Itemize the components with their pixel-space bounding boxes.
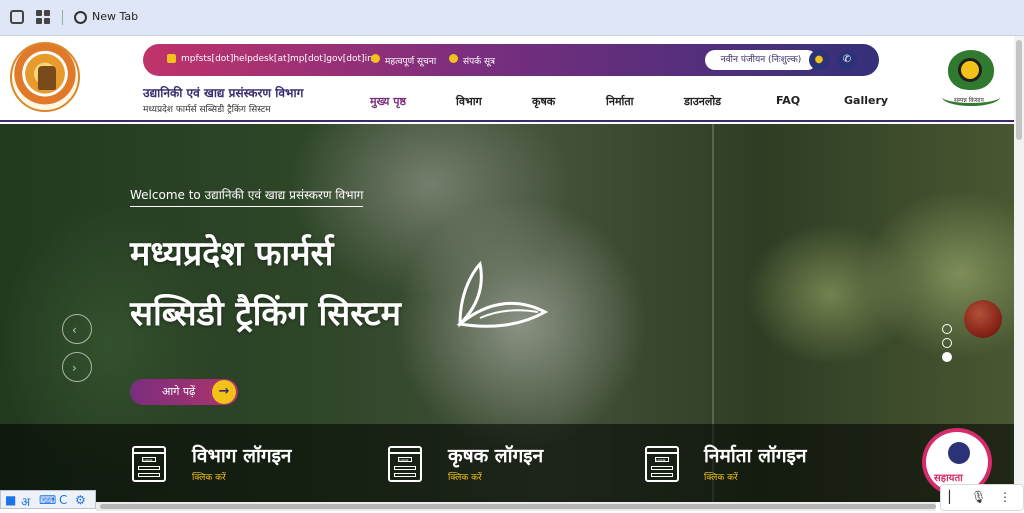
- department-login-title[interactable]: विभाग लॉगइन: [192, 442, 291, 468]
- support-agent-icon: [948, 442, 970, 464]
- drag-handle-icon[interactable]: ▏: [949, 490, 958, 504]
- browser-tab-bar: New Tab: [0, 0, 1024, 36]
- hindi-input-icon[interactable]: अ: [21, 493, 30, 510]
- nav-gallery[interactable]: Gallery: [844, 94, 888, 107]
- leaf-logo-icon: [456, 260, 549, 328]
- microphone-icon[interactable]: 🎙: [971, 490, 986, 504]
- slider-prev-button[interactable]: ‹: [62, 314, 92, 344]
- slider-dot-2[interactable]: [942, 338, 952, 348]
- slider-next-button[interactable]: ›: [62, 352, 92, 382]
- contact-link[interactable]: संपर्क सूत्र: [463, 54, 495, 67]
- call-button-icon[interactable]: ✆: [837, 50, 857, 70]
- phone-icon: [449, 54, 458, 63]
- vertical-scroll-thumb[interactable]: [1016, 40, 1022, 140]
- email-link[interactable]: mpfsts[dot]helpdesk[at]mp[dot]gov[dot]in: [181, 54, 373, 64]
- nav-department[interactable]: विभाग: [456, 94, 482, 109]
- horizontal-scroll-thumb[interactable]: [100, 504, 936, 509]
- farmer-login-title[interactable]: कृषक लॉगइन: [448, 442, 543, 468]
- help-label: सहायता: [934, 473, 963, 484]
- tab-new-tab[interactable]: New Tab: [92, 10, 138, 23]
- sampann-kisan-logo[interactable]: सम्पन्न किसान: [940, 44, 1002, 110]
- emblem-center: [38, 66, 56, 90]
- notice-link[interactable]: महत्वपूर्ण सूचना: [385, 54, 436, 67]
- chevron-right-icon: ›: [72, 361, 77, 375]
- input-tool-bar: ■ अ ⌨ C ⚙: [0, 490, 96, 509]
- more-options-icon[interactable]: ⋮: [999, 490, 1011, 504]
- voice-tool-panel: ▏ 🎙 ⋮: [940, 484, 1024, 511]
- keyboard-icon[interactable]: ⌨: [39, 493, 56, 507]
- email-icon: [167, 54, 176, 63]
- windows-icon[interactable]: ■: [5, 493, 16, 507]
- nav-faq[interactable]: FAQ: [776, 94, 800, 107]
- hero-title-line1: मध्यप्रदेश फार्मर्स: [130, 234, 334, 274]
- globe-icon: [74, 11, 87, 24]
- site-title: उद्यानिकी एवं खाद्य प्रसंस्करण विभाग: [143, 86, 304, 100]
- hero-slider: Welcome to उद्यानिकी एवं खाद्य प्रसंस्कर…: [0, 124, 1014, 502]
- login-screen-icon: LOGIN: [645, 446, 679, 482]
- site-header: mpfsts[dot]helpdesk[at]mp[dot]gov[dot]in…: [0, 36, 1014, 122]
- tab-grid-icon[interactable]: [36, 10, 50, 24]
- c-mode-icon[interactable]: C: [59, 493, 67, 507]
- mp-emblem-logo[interactable]: [10, 42, 80, 112]
- manufacturer-login-title[interactable]: निर्माता लॉगइन: [704, 442, 807, 468]
- microphone-icon[interactable]: ●: [809, 50, 829, 70]
- logo-caption: सम्पन्न किसान: [954, 97, 984, 104]
- window-menu-icon[interactable]: [10, 10, 24, 24]
- contact-topbar: mpfsts[dot]helpdesk[at]mp[dot]gov[dot]in…: [143, 44, 879, 76]
- hero-title: मध्यप्रदेश फार्मर्स सब्सिडी ट्रैकिंग सिस…: [130, 224, 401, 344]
- location-pin-icon: [371, 54, 380, 63]
- login-strip: LOGIN विभाग लॉगइन क्लिक करें LOGIN कृषक …: [0, 424, 1014, 502]
- nav-home[interactable]: मुख्य पृष्ठ: [370, 94, 406, 109]
- chevron-left-icon: ‹: [72, 323, 77, 337]
- nav-farmer[interactable]: कृषक: [532, 94, 555, 109]
- manufacturer-login-link[interactable]: क्लिक करें: [704, 470, 738, 483]
- login-screen-icon: LOGIN: [132, 446, 166, 482]
- department-login-link[interactable]: क्लिक करें: [192, 470, 226, 483]
- login-screen-icon: LOGIN: [388, 446, 422, 482]
- new-registration-button[interactable]: नवीन पंजीयन (निःशुल्क): [705, 50, 817, 70]
- web-page: mpfsts[dot]helpdesk[at]mp[dot]gov[dot]in…: [0, 36, 1014, 502]
- site-subtitle: मध्यप्रदेश फार्मर्स सब्सिडी ट्रैकिंग सिस…: [143, 105, 271, 115]
- slider-dot-3[interactable]: [942, 352, 952, 362]
- tab-separator: [62, 10, 63, 25]
- hero-title-line2: सब्सिडी ट्रैकिंग सिस्टम: [130, 294, 401, 334]
- nav-manufacturer[interactable]: निर्माता: [606, 94, 634, 109]
- nav-download[interactable]: डाउनलोड: [684, 94, 721, 109]
- logo-fruit: [958, 58, 982, 82]
- slider-dot-1[interactable]: [942, 324, 952, 334]
- hero-welcome: Welcome to उद्यानिकी एवं खाद्य प्रसंस्कर…: [130, 186, 364, 207]
- farmer-login-link[interactable]: क्लिक करें: [448, 470, 482, 483]
- arrow-right-icon[interactable]: →: [212, 380, 236, 404]
- settings-gear-icon[interactable]: ⚙: [75, 493, 86, 507]
